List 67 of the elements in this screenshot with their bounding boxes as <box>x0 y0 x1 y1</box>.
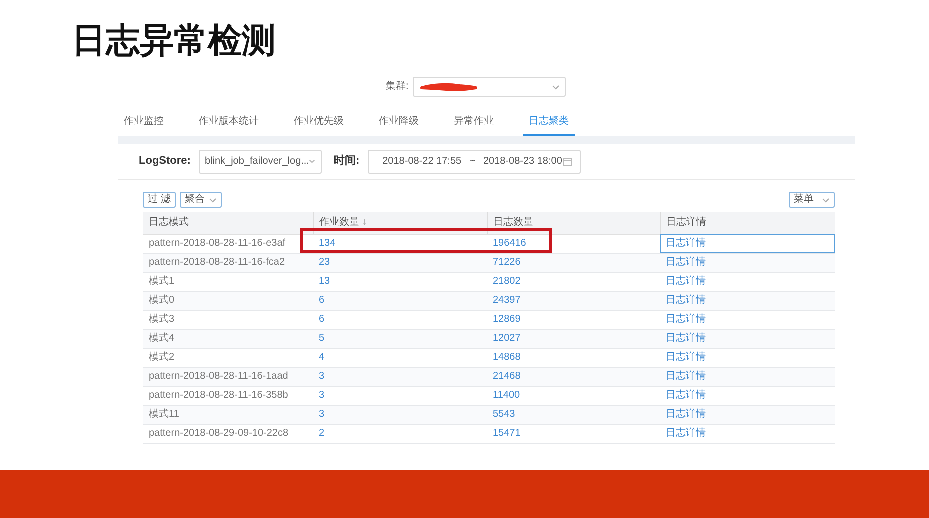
table-cell: 4 <box>313 348 487 367</box>
table-cell: 3 <box>313 405 487 424</box>
table-cell: 21468 <box>487 367 660 386</box>
detail-link[interactable]: 日志详情 <box>666 256 706 268</box>
table-cell: pattern-2018-08-28-11-16-fca2 <box>143 253 313 272</box>
table-cell: 3 <box>313 367 487 386</box>
tab[interactable]: 作业优先级 <box>294 116 344 136</box>
table-cell: 模式2 <box>143 348 313 367</box>
detail-link[interactable]: 日志详情 <box>666 428 706 438</box>
aggregate-dropdown[interactable]: 聚合 <box>180 192 222 208</box>
table-cell: 模式1 <box>143 272 313 291</box>
cluster-select[interactable] <box>412 77 566 97</box>
detail-link[interactable]: 日志详情 <box>666 314 706 324</box>
chevron-down-icon <box>208 198 217 202</box>
table-cell: 模式4 <box>143 329 313 348</box>
table-cell: 5543 <box>487 405 660 424</box>
table-cell: 11400 <box>487 386 660 405</box>
chevron-down-icon <box>309 159 316 164</box>
slide-title: 日志异常检测 <box>72 21 277 62</box>
tab[interactable]: 异常作业 <box>454 116 494 136</box>
detail-link[interactable]: 日志详情 <box>666 276 706 286</box>
chevron-down-icon <box>552 84 560 90</box>
table-cell: pattern-2018-08-28-11-16-e3af <box>143 234 313 253</box>
menu-dropdown[interactable]: 菜单 <box>789 192 835 208</box>
chevron-down-icon <box>822 198 830 202</box>
table-cell: 6 <box>313 291 487 310</box>
tab[interactable]: 作业监控 <box>124 116 164 136</box>
logstore-select[interactable]: blink_job_failover_log... <box>198 150 322 174</box>
column-header: 日志详情 <box>660 212 835 234</box>
table-cell: 21802 <box>487 272 660 291</box>
column-header: 日志数量 <box>487 212 660 234</box>
cluster-label: 集群: <box>386 81 409 93</box>
time-label: 时间: <box>334 154 360 168</box>
table-cell: 14868 <box>487 348 660 367</box>
table-cell: 23 <box>313 253 487 272</box>
calendar-icon <box>562 157 572 166</box>
table-cell: 71226 <box>487 253 660 272</box>
table-cell: 12869 <box>487 310 660 329</box>
detail-link[interactable]: 日志详情 <box>666 332 706 344</box>
tab[interactable]: 作业降级 <box>379 116 419 136</box>
table-cell: 模式3 <box>143 310 313 329</box>
tab[interactable]: 作业版本统计 <box>199 116 259 136</box>
table-cell: 12027 <box>487 329 660 348</box>
detail-link[interactable]: 日志详情 <box>666 352 706 362</box>
filter-button[interactable]: 过 滤 <box>143 192 176 208</box>
detail-link[interactable]: 日志详情 <box>666 238 706 248</box>
focused-cell[interactable]: 日志详情 <box>660 234 835 253</box>
table-cell: 2 <box>313 424 487 443</box>
table-cell: 模式0 <box>143 291 313 310</box>
table-cell: pattern-2018-08-28-11-16-358b <box>143 386 313 405</box>
table-cell: 5 <box>313 329 487 348</box>
table-cell: 196416 <box>487 234 660 253</box>
logstore-label: LogStore: <box>139 154 191 168</box>
table-cell: 15471 <box>487 424 660 443</box>
table-cell: 6 <box>313 310 487 329</box>
table-cell: 24397 <box>487 291 660 310</box>
column-header: 日志模式 <box>143 212 313 234</box>
detail-link[interactable]: 日志详情 <box>666 408 706 420</box>
detail-link[interactable]: 日志详情 <box>666 390 706 400</box>
date-range-field[interactable]: 2018-08-22 17:55 ~ 2018-08-23 18:00 <box>368 150 581 174</box>
table-cell: 13 <box>313 272 487 291</box>
table-cell: 3 <box>313 386 487 405</box>
detail-link[interactable]: 日志详情 <box>666 370 706 382</box>
table-cell: pattern-2018-08-29-09-10-22c8 <box>143 424 313 443</box>
detail-link[interactable]: 日志详情 <box>666 294 706 306</box>
table-cell: pattern-2018-08-28-11-16-1aad <box>143 367 313 386</box>
table-cell: 模式11 <box>143 405 313 424</box>
